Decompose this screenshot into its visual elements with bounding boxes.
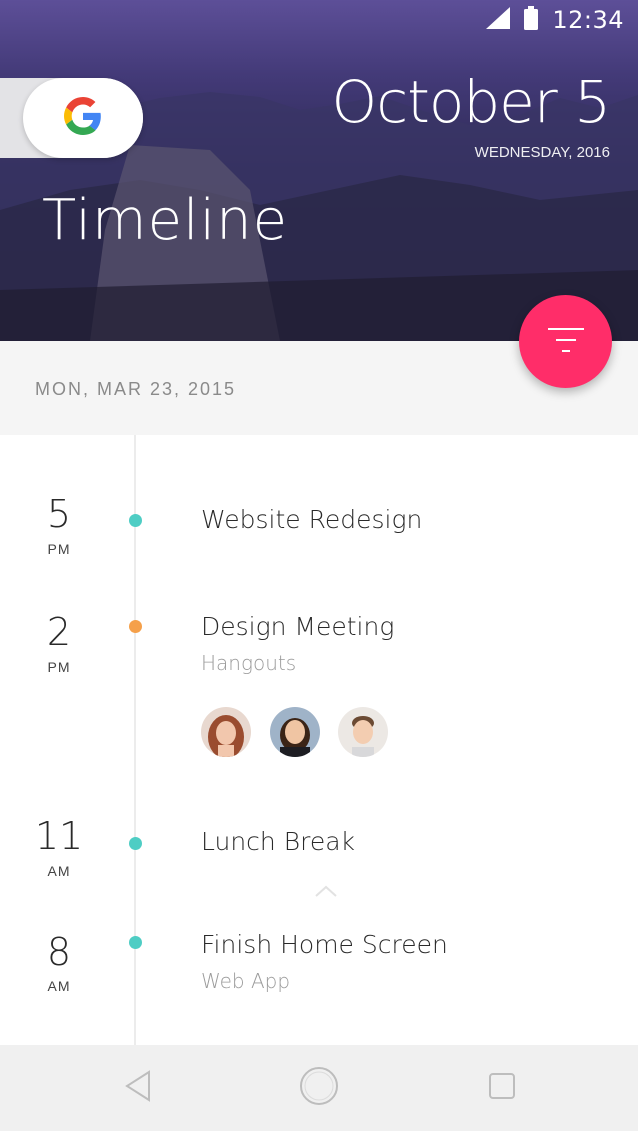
attendee-avatar[interactable]: [338, 707, 388, 757]
home-icon: [299, 1066, 339, 1110]
google-button[interactable]: [23, 78, 143, 158]
back-button[interactable]: [98, 1045, 178, 1131]
status-bar: 12:34: [486, 4, 624, 36]
filter-button[interactable]: [519, 295, 612, 388]
event-title: Lunch Break: [201, 827, 355, 856]
event-hour: 11: [34, 814, 84, 858]
event-ampm: AM: [47, 978, 71, 994]
back-icon: [124, 1070, 152, 1106]
google-logo-icon: [64, 97, 102, 139]
chevron-up-icon[interactable]: [315, 882, 337, 901]
event-title: Finish Home Screen: [201, 930, 448, 959]
event-dot: [129, 514, 142, 527]
event-dot: [129, 837, 142, 850]
header: 12:34 October 5 WEDNESDAY, 2016 Timeline: [0, 0, 638, 341]
filter-icon: [547, 326, 584, 358]
event-hour: 8: [46, 930, 72, 974]
recents-button[interactable]: [462, 1045, 542, 1131]
event-ampm: AM: [47, 863, 71, 879]
signal-icon: [486, 7, 511, 33]
event-ampm: PM: [47, 659, 71, 675]
attendee-avatar[interactable]: [201, 707, 251, 757]
status-time: 12:34: [552, 6, 624, 34]
home-button[interactable]: [279, 1045, 359, 1131]
event-title: Website Redesign: [201, 505, 423, 534]
event-title: Design Meeting: [201, 612, 395, 641]
battery-icon: [524, 6, 539, 34]
event-dot: [129, 936, 142, 949]
date-heading: October 5: [331, 68, 611, 136]
attendee-avatar[interactable]: [270, 707, 320, 757]
page-title: Timeline: [42, 188, 289, 253]
event-subtitle: Hangouts: [201, 651, 297, 675]
event-subtitle: Web App: [201, 969, 291, 993]
event-dot: [129, 620, 142, 633]
mountain-background: [0, 92, 638, 341]
event-hour: 2: [46, 610, 72, 654]
navigation-bar: [0, 1045, 638, 1131]
recents-icon: [489, 1073, 515, 1103]
date-subheading: WEDNESDAY, 2016: [474, 144, 610, 161]
day-label: MON, MAR 23, 2015: [35, 379, 237, 399]
event-ampm: PM: [47, 541, 71, 557]
event-hour: 5: [46, 492, 72, 536]
